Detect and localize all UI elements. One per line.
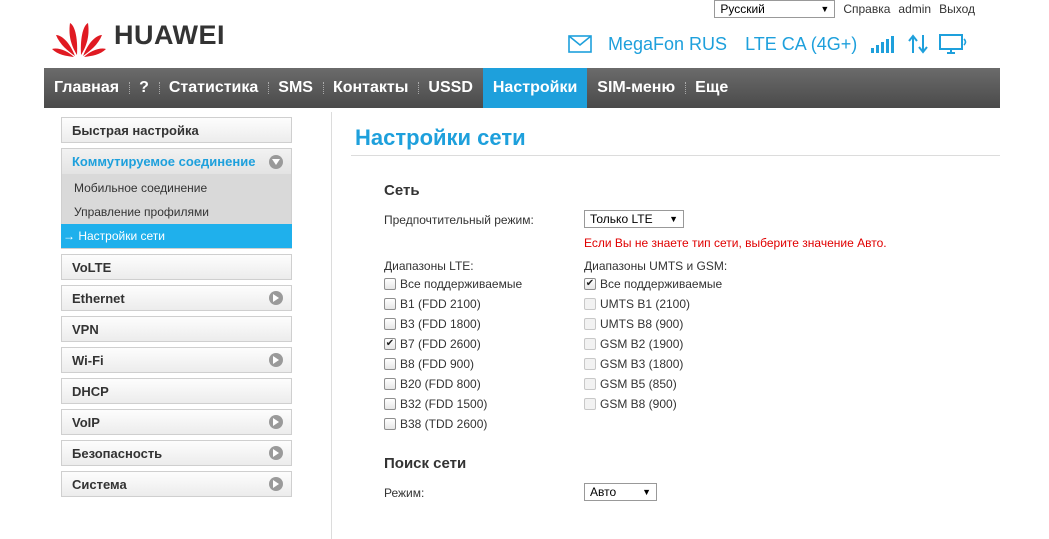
sidebar-item-wifi[interactable]: Wi-Fi: [61, 347, 292, 373]
sidebar-item-dhcp[interactable]: DHCP: [61, 378, 292, 404]
chevron-down-icon: ▼: [669, 214, 678, 224]
title-divider: [351, 155, 1000, 156]
chevron-right-icon: [269, 353, 283, 367]
lte-band-b38[interactable]: B38 (TDD 2600): [384, 416, 487, 432]
sidebar-subitem-network-settings[interactable]: → Настройки сети: [61, 224, 292, 248]
checkbox[interactable]: [384, 378, 396, 390]
checkbox[interactable]: [584, 338, 596, 350]
checkbox[interactable]: [384, 398, 396, 410]
umts-gsm-bands-label: Диапазоны UMTS и GSM:: [584, 259, 728, 273]
mail-icon[interactable]: [568, 35, 592, 53]
lte-band-b20[interactable]: B20 (FDD 800): [384, 376, 481, 392]
network-type: LTE CA (4G+): [745, 33, 858, 54]
checkbox[interactable]: [584, 378, 596, 390]
checkbox-checked[interactable]: ✔: [584, 278, 596, 290]
preferred-mode-value: Только LTE: [590, 212, 653, 226]
chevron-down-icon: ▼: [820, 4, 830, 14]
dial-up-submenu: Мобильное соединение Управление профилям…: [61, 174, 292, 249]
computer-connection-icon: [939, 34, 969, 54]
preferred-mode-label: Предпочтительный режим:: [384, 213, 534, 227]
checkbox[interactable]: [384, 358, 396, 370]
search-mode-label: Режим:: [384, 486, 425, 500]
lte-band-b7[interactable]: ✔ B7 (FDD 2600): [384, 336, 481, 352]
gsm-band-b3[interactable]: GSM B3 (1800): [584, 356, 683, 372]
brand-name: HUAWEI: [114, 19, 225, 50]
sidebar-item-dial-up[interactable]: Коммутируемое соединение: [61, 148, 292, 174]
checkbox-checked[interactable]: ✔: [384, 338, 396, 350]
network-mode-warning: Если Вы не знаете тип сети, выберите зна…: [584, 236, 887, 250]
nav-ussd[interactable]: USSD: [418, 68, 482, 108]
lte-band-b32[interactable]: B32 (FDD 1500): [384, 396, 487, 412]
chevron-right-icon: [269, 477, 283, 491]
main-nav: Главная ? Статистика SMS Контакты USSD Н…: [44, 68, 1000, 108]
sidebar-item-volte[interactable]: VoLTE: [61, 254, 292, 280]
help-link[interactable]: Справка: [843, 2, 890, 16]
page-title: Настройки сети: [355, 125, 526, 150]
network-section-title: Сеть: [384, 182, 420, 199]
umts-band-b8[interactable]: UMTS B8 (900): [584, 316, 683, 332]
sidebar-item-security[interactable]: Безопасность: [61, 440, 292, 466]
checkbox[interactable]: [384, 418, 396, 430]
logout-link[interactable]: Выход: [939, 2, 975, 16]
operator-name: MegaFon RUS: [608, 33, 728, 54]
checkbox[interactable]: [584, 298, 596, 310]
umts-band-b1[interactable]: UMTS B1 (2100): [584, 296, 690, 312]
nav-sim-menu[interactable]: SIM-меню: [587, 68, 685, 108]
preferred-mode-select[interactable]: Только LTE ▼: [584, 210, 684, 228]
sidebar-subitem-profile-management[interactable]: Управление профилями: [62, 200, 291, 224]
chevron-right-icon: [269, 291, 283, 305]
sidebar-item-voip[interactable]: VoIP: [61, 409, 292, 435]
chevron-down-icon: ▼: [642, 487, 651, 497]
lte-band-b3[interactable]: B3 (FDD 1800): [384, 316, 481, 332]
checkbox[interactable]: [584, 318, 596, 330]
sidebar-subitem-mobile-connection[interactable]: Мобильное соединение: [62, 176, 291, 200]
search-mode-value: Авто: [590, 485, 617, 499]
user-link[interactable]: admin: [898, 2, 931, 16]
lte-band-b1[interactable]: B1 (FDD 2100): [384, 296, 481, 312]
checkbox[interactable]: [384, 318, 396, 330]
gsm-band-b8[interactable]: GSM B8 (900): [584, 396, 677, 412]
umts-band-all[interactable]: ✔ Все поддерживаемые: [584, 276, 722, 292]
signal-strength-icon: [871, 35, 897, 53]
nav-home[interactable]: Главная: [44, 68, 129, 108]
chevron-right-icon: [269, 415, 283, 429]
lte-band-all[interactable]: Все поддерживаемые: [384, 276, 522, 292]
language-select[interactable]: Русский ▼: [714, 0, 836, 18]
status-bar: MegaFon RUS LTE CA (4G+): [568, 32, 979, 56]
huawei-logo: HUAWEI: [50, 12, 225, 58]
top-bar: Русский ▼ Справка admin Выход: [714, 0, 975, 18]
gsm-band-b2[interactable]: GSM B2 (1900): [584, 336, 683, 352]
lte-bands-label: Диапазоны LTE:: [384, 259, 474, 273]
huawei-petals-icon: [52, 23, 106, 57]
data-transfer-icon: [907, 34, 929, 54]
nav-more[interactable]: Еще: [685, 68, 738, 108]
content-divider: [331, 112, 332, 539]
checkbox[interactable]: [384, 298, 396, 310]
nav-sms[interactable]: SMS: [268, 68, 323, 108]
nav-contacts[interactable]: Контакты: [322, 68, 418, 108]
nav-settings[interactable]: Настройки: [482, 68, 588, 108]
nav-help[interactable]: ?: [129, 68, 159, 108]
gsm-band-b5[interactable]: GSM B5 (850): [584, 376, 677, 392]
settings-sidebar: Быстрая настройка Коммутируемое соединен…: [61, 117, 292, 502]
language-value: Русский: [720, 2, 765, 16]
sidebar-item-quick-setup[interactable]: Быстрая настройка: [61, 117, 292, 143]
lte-band-b8[interactable]: B8 (FDD 900): [384, 356, 474, 372]
sidebar-item-system[interactable]: Система: [61, 471, 292, 497]
chevron-down-icon: [269, 154, 283, 169]
chevron-right-icon: [269, 446, 283, 460]
search-mode-select[interactable]: Авто ▼: [584, 483, 657, 501]
sidebar-item-vpn[interactable]: VPN: [61, 316, 292, 342]
network-search-title: Поиск сети: [384, 455, 467, 472]
checkbox[interactable]: [584, 358, 596, 370]
nav-statistics[interactable]: Статистика: [158, 68, 268, 108]
sidebar-item-ethernet[interactable]: Ethernet: [61, 285, 292, 311]
checkbox[interactable]: [384, 278, 396, 290]
checkbox[interactable]: [584, 398, 596, 410]
